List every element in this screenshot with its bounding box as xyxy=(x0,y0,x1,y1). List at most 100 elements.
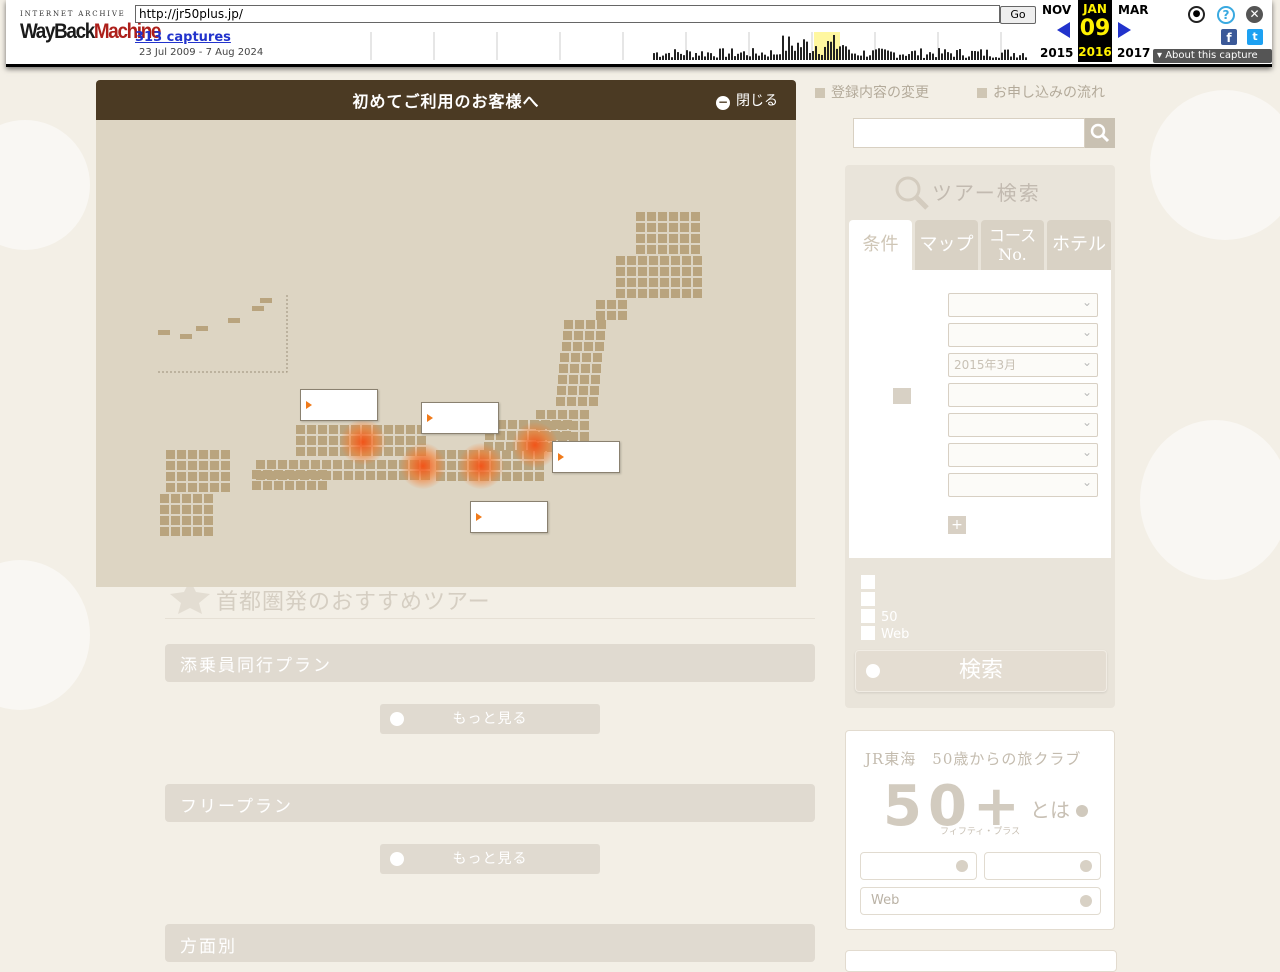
map-tile xyxy=(660,267,669,276)
club-about-link[interactable]: とは xyxy=(1030,794,1089,823)
close-icon[interactable]: ✕ xyxy=(1246,6,1263,23)
more-button[interactable]: もっと見る xyxy=(380,844,600,874)
sparkline-bar xyxy=(833,34,835,60)
map-tile xyxy=(502,450,511,459)
map-tile xyxy=(524,472,533,481)
overlay-close-button[interactable]: − 閉じる xyxy=(716,90,778,110)
map-tile xyxy=(188,450,197,459)
map-tile xyxy=(285,470,294,479)
map-tile xyxy=(221,483,230,492)
sparkline-bar xyxy=(857,55,859,60)
wayback-about-capture[interactable]: ▾ About this capture xyxy=(1153,49,1272,63)
map-island xyxy=(158,330,170,335)
map-tile xyxy=(658,234,667,243)
map-region-label[interactable] xyxy=(421,402,499,434)
sparkline-bar xyxy=(764,54,766,60)
map-tile xyxy=(182,516,191,525)
tab-hotel[interactable]: ホテル xyxy=(1047,220,1111,270)
site-search-input[interactable] xyxy=(853,118,1085,148)
divider xyxy=(165,618,815,619)
map-region-label[interactable] xyxy=(300,389,378,421)
wayback-go-button[interactable]: Go xyxy=(1000,6,1036,24)
map-tile xyxy=(682,278,691,287)
wayback-prev-month[interactable]: NOV xyxy=(1042,3,1071,17)
map-tile xyxy=(649,256,658,265)
map-tile xyxy=(574,331,583,340)
wayback-url-input[interactable]: http://jr50plus.jp/ xyxy=(135,5,1000,23)
map-tile xyxy=(560,353,569,362)
sparkline-bar xyxy=(932,53,934,60)
field-select[interactable] xyxy=(948,321,1098,347)
wayback-next-year[interactable]: 2017 xyxy=(1117,46,1150,60)
map-tile xyxy=(627,278,636,287)
sparkline-bar xyxy=(905,55,907,60)
tour-search-button[interactable]: 検索 xyxy=(855,650,1107,692)
field-select[interactable] xyxy=(948,381,1098,407)
sparkline-bar xyxy=(947,52,949,60)
club-button[interactable] xyxy=(860,852,977,880)
field-select[interactable] xyxy=(948,411,1098,437)
help-icon[interactable]: ? xyxy=(1217,6,1235,24)
sparkline-bar xyxy=(1007,49,1009,60)
wayback-next-month[interactable]: MAR xyxy=(1118,3,1148,17)
sparkline-bar xyxy=(719,48,721,60)
tab-course-no[interactable]: コース No. xyxy=(981,220,1044,270)
departure-month-select[interactable]: 2015年3月 xyxy=(948,351,1098,377)
field-select[interactable] xyxy=(948,441,1098,467)
twitter-icon[interactable]: t xyxy=(1247,29,1263,45)
map-tile xyxy=(589,397,598,406)
site-search-button[interactable] xyxy=(1085,118,1115,148)
map-tile xyxy=(669,234,678,243)
map-tile xyxy=(593,353,602,362)
field-select[interactable] xyxy=(948,471,1098,497)
map-tile xyxy=(502,472,511,481)
map-region-label[interactable] xyxy=(552,441,620,473)
more-conditions-toggle[interactable]: + xyxy=(948,516,972,534)
map-tile xyxy=(596,331,605,340)
field-select[interactable] xyxy=(948,291,1098,317)
map-tile xyxy=(569,375,578,384)
sparkline-bar xyxy=(821,54,823,60)
option-checkbox[interactable] xyxy=(861,592,881,608)
wayback-next-arrow-icon[interactable] xyxy=(1118,22,1131,38)
map-tile xyxy=(607,300,616,309)
tab-conditions[interactable]: 条件 xyxy=(849,220,912,270)
option-checkbox[interactable]: Web xyxy=(861,626,909,642)
sparkline-bar xyxy=(704,56,706,60)
sparkline-bar xyxy=(752,48,754,60)
sparkline-bar xyxy=(668,52,670,60)
map-tile xyxy=(647,212,656,221)
option-checkbox[interactable] xyxy=(861,575,881,591)
sparkline-bar xyxy=(722,48,724,60)
club-button[interactable] xyxy=(984,852,1101,880)
application-flow-link[interactable]: お申し込みの流れ xyxy=(977,82,1105,102)
map-tile xyxy=(508,420,517,429)
map-tile xyxy=(166,461,175,470)
map-tile xyxy=(592,364,601,373)
map-region-label[interactable] xyxy=(470,501,548,533)
facebook-icon[interactable]: f xyxy=(1221,29,1237,45)
region-marker xyxy=(340,419,386,465)
wayback-prev-arrow-icon[interactable] xyxy=(1057,22,1070,38)
map-tile xyxy=(562,431,571,440)
map-tile xyxy=(563,420,572,429)
sparkline-bar xyxy=(800,47,802,60)
edit-registration-link[interactable]: 登録内容の変更 xyxy=(815,82,929,102)
sparkline-bar xyxy=(1013,53,1015,60)
wayback-sparkline[interactable] xyxy=(308,32,1035,60)
tab-map[interactable]: マップ xyxy=(915,220,978,270)
map-tile xyxy=(210,483,219,492)
more-button[interactable]: もっと見る xyxy=(380,704,600,734)
edit-icon xyxy=(815,88,825,98)
club-web-button[interactable]: Web xyxy=(860,887,1101,915)
wayback-captures-link[interactable]: 313 captures xyxy=(135,30,231,45)
map-tile xyxy=(536,410,545,419)
user-icon[interactable]: ● xyxy=(1188,6,1205,23)
wayback-prev-year[interactable]: 2015 xyxy=(1040,46,1073,60)
plan-bar-title: 添乗員同行プラン xyxy=(180,656,332,676)
option-checkbox[interactable]: 50 xyxy=(861,609,898,625)
map-tile xyxy=(263,470,272,479)
map-tile xyxy=(447,450,456,459)
calendar-icon[interactable] xyxy=(893,388,911,404)
sparkline-bar xyxy=(659,56,661,60)
